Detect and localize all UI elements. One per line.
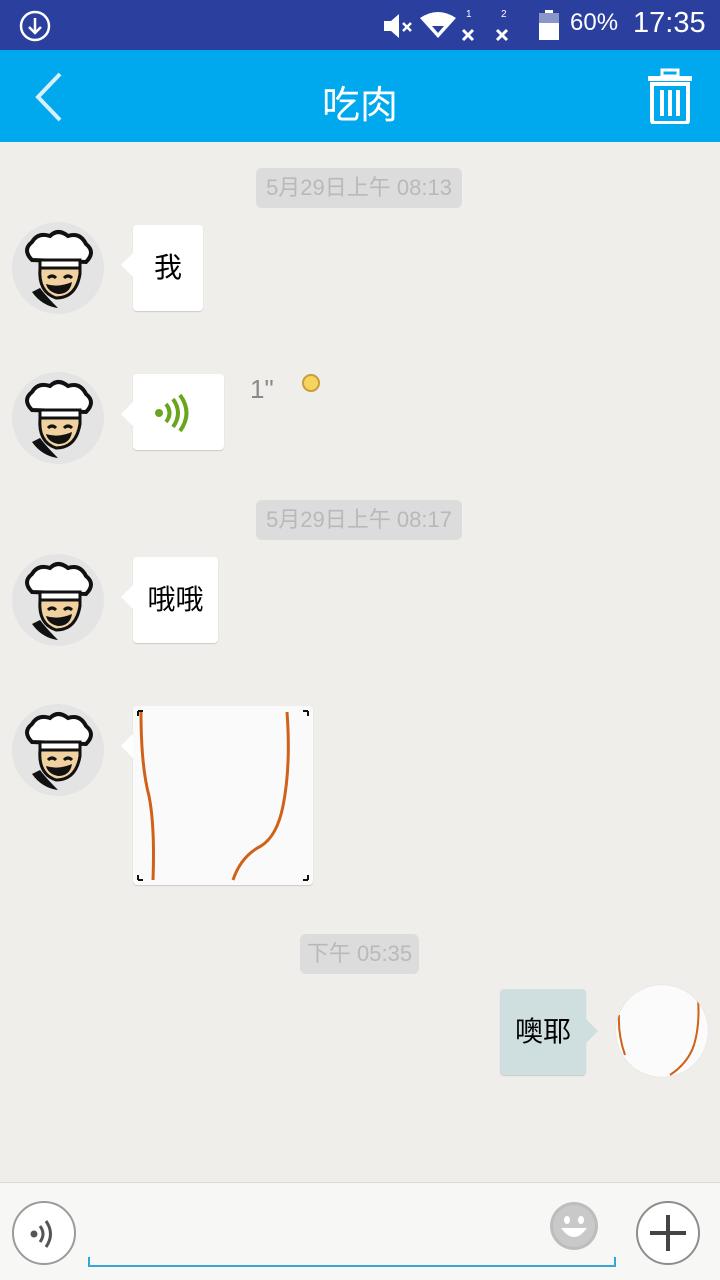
timestamp: 下午 05:35 (300, 934, 419, 974)
timestamp: 5月29日上午 08:17 (256, 500, 462, 540)
battery-icon (539, 10, 559, 40)
contact-avatar[interactable] (12, 222, 104, 314)
voice-wave-icon (30, 1220, 52, 1248)
outgoing-text-bubble[interactable]: 噢耶 (500, 989, 598, 1075)
image-thumbnail (137, 710, 309, 881)
voice-duration: 1" (250, 374, 274, 404)
voice-input-button[interactable] (12, 1201, 76, 1265)
status-time: 17:35 (633, 7, 706, 39)
status-bar: 1 2 60% 17:35 (0, 0, 720, 50)
message-input-bar (0, 1182, 720, 1280)
self-avatar-image (617, 998, 700, 1076)
emoji-button[interactable] (550, 1202, 598, 1250)
volume-mute-icon (384, 14, 412, 38)
chat-header: 吃肉 (0, 50, 720, 142)
input-underline-right (614, 1257, 616, 1267)
unread-indicator (302, 374, 320, 392)
download-icon (19, 10, 51, 42)
chef-avatar-icon (12, 222, 104, 314)
message-text: 哦哦 (147, 583, 204, 616)
timestamp: 5月29日上午 08:13 (256, 168, 462, 208)
wifi-icon (420, 12, 456, 38)
message-text: 我 (153, 251, 182, 284)
self-avatar[interactable] (616, 985, 708, 1077)
more-options-button[interactable] (636, 1201, 700, 1265)
status-icons: 1 2 (384, 9, 509, 42)
incoming-text-bubble[interactable]: 我 (121, 225, 203, 311)
sim2-no-signal-icon: 2 (495, 9, 509, 42)
message-text: 噢耶 (514, 1015, 571, 1048)
chef-avatar-icon (12, 554, 104, 646)
incoming-voice-bubble[interactable] (121, 374, 224, 450)
message-input[interactable] (88, 1201, 616, 1267)
contact-avatar[interactable] (12, 704, 104, 796)
voice-wave-icon (155, 394, 189, 432)
message-list[interactable]: 5月29日上午 08:13 我 1" 5月29日上午 08:17 哦哦 下午 0… (0, 142, 720, 1182)
input-underline-left (88, 1257, 90, 1267)
incoming-text-bubble[interactable]: 哦哦 (121, 557, 218, 643)
contact-avatar[interactable] (12, 554, 104, 646)
chef-avatar-icon (12, 704, 104, 796)
battery-percentage: 60% (570, 9, 619, 36)
page-title: 吃肉 (321, 83, 398, 127)
chef-avatar-icon (12, 372, 104, 464)
trash-icon[interactable] (644, 68, 696, 124)
contact-avatar[interactable] (12, 372, 104, 464)
svg-text:1: 1 (466, 9, 472, 20)
svg-text:2: 2 (501, 9, 507, 20)
sim1-no-signal-icon: 1 (461, 9, 475, 42)
incoming-image-bubble[interactable] (121, 706, 313, 885)
smiley-icon (551, 1203, 597, 1249)
plus-icon (650, 1215, 686, 1251)
